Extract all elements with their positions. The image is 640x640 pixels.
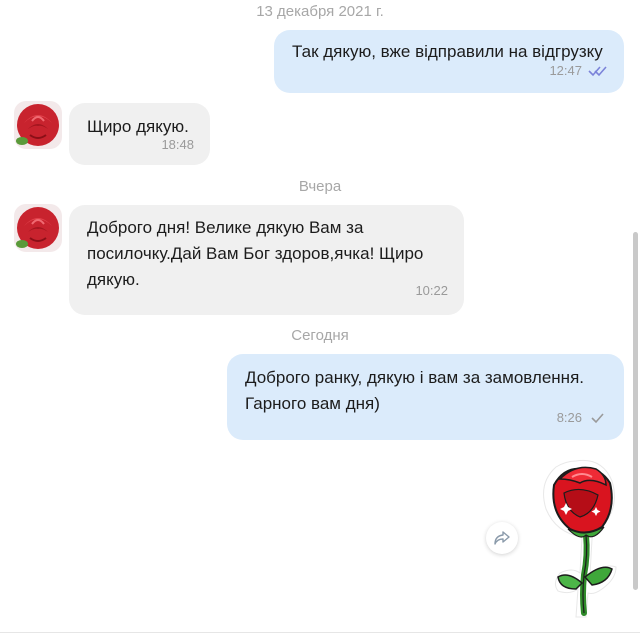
message-time: 12:47 — [549, 63, 582, 78]
message-bubble-outgoing[interactable]: Доброго ранку, дякую і вам за замовлення… — [227, 354, 624, 440]
rose-avatar[interactable] — [14, 204, 62, 252]
share-arrow-icon — [494, 531, 510, 545]
message-time: 10:22 — [415, 283, 448, 298]
message-bubble-incoming[interactable]: Щиро дякую. 18:48 — [69, 103, 210, 165]
message-meta: 8:26 — [557, 406, 608, 430]
message-meta: 12:47 — [549, 59, 608, 83]
rose-avatar[interactable] — [14, 101, 62, 149]
date-separator: Сегодня — [291, 327, 349, 344]
date-separator: 13 декабря 2021 г. — [256, 3, 384, 20]
message-time: 8:26 — [556, 410, 582, 425]
message-time: 18:48 — [161, 137, 194, 152]
scrollbar[interactable] — [633, 232, 638, 590]
message-bubble-outgoing[interactable]: Так дякую, вже відправили на відгрузку 1… — [274, 30, 624, 93]
divider — [0, 632, 640, 633]
message-text: Доброго ранку, дякую і вам за замовлення… — [245, 368, 584, 413]
red-rose-sticker[interactable] — [536, 455, 620, 623]
message-meta: 18:48 — [161, 133, 194, 157]
date-separator: Вчера — [298, 178, 342, 195]
chat-history: 13 декабря 2021 г. Так дякую, вже відпра… — [0, 0, 640, 640]
single-check-icon — [591, 413, 604, 424]
message-meta: 10:22 — [415, 279, 448, 303]
message-text: Доброго дня! Велике дякую Вам за посилоч… — [87, 218, 424, 289]
share-button[interactable] — [486, 522, 518, 554]
message-bubble-incoming[interactable]: Доброго дня! Велике дякую Вам за посилоч… — [69, 205, 464, 315]
double-check-icon — [588, 66, 607, 77]
